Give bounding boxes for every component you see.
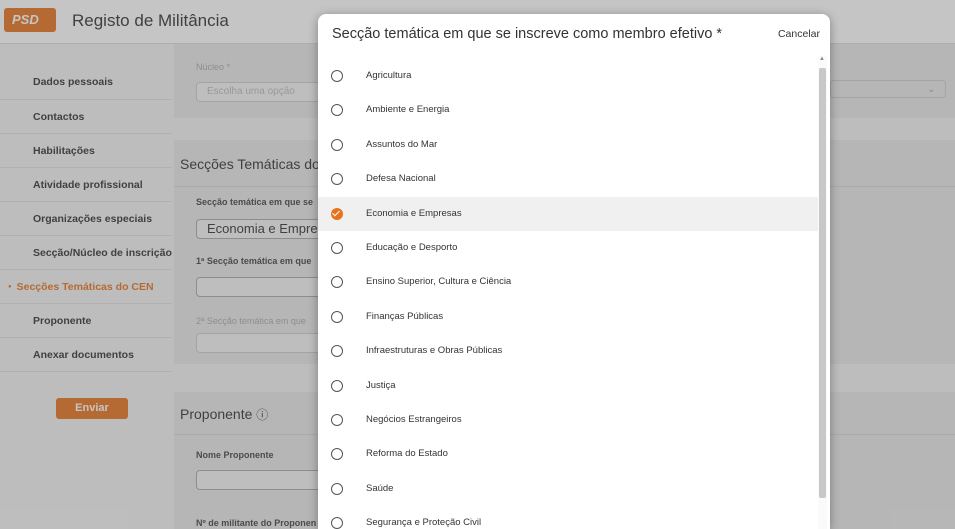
option-financas-publicas[interactable]: Finanças Públicas <box>318 300 818 334</box>
radio-icon[interactable] <box>331 310 343 323</box>
option-economia-empresas[interactable]: Economia e Empresas <box>318 196 818 231</box>
option-reforma-estado[interactable]: Reforma do Estado <box>318 437 818 471</box>
options-list: Agricultura Ambiente e Energia Assuntos … <box>318 59 818 529</box>
radio-icon[interactable] <box>331 345 343 358</box>
modal-title: Secção temática em que se inscreve como … <box>332 26 723 42</box>
radio-icon[interactable] <box>331 173 343 186</box>
radio-icon[interactable] <box>331 413 343 426</box>
option-educacao-desporto[interactable]: Educação e Desporto <box>318 231 818 265</box>
section-picker-modal: Secção temática em que se inscreve como … <box>318 14 830 529</box>
modal-scrollbar[interactable]: ▲ <box>818 56 827 529</box>
option-saude[interactable]: Saúde <box>318 472 818 506</box>
radio-icon[interactable] <box>331 379 343 392</box>
modal-header: Secção temática em que se inscreve como … <box>318 14 830 54</box>
option-infraestruturas[interactable]: Infraestruturas e Obras Públicas <box>318 334 818 368</box>
option-seguranca[interactable]: Segurança e Proteção Civil <box>318 506 818 529</box>
option-agricultura[interactable]: Agricultura <box>318 59 818 93</box>
option-defesa-nacional[interactable]: Defesa Nacional <box>318 162 818 196</box>
radio-icon[interactable] <box>331 138 343 151</box>
option-ensino-superior[interactable]: Ensino Superior, Cultura e Ciência <box>318 265 818 299</box>
option-assuntos-mar[interactable]: Assuntos do Mar <box>318 128 818 162</box>
option-ambiente-energia[interactable]: Ambiente e Energia <box>318 93 818 127</box>
scroll-thumb[interactable] <box>819 68 826 498</box>
radio-icon[interactable] <box>331 104 343 117</box>
radio-icon[interactable] <box>331 448 343 461</box>
radio-icon[interactable] <box>331 482 343 495</box>
cancel-button[interactable]: Cancelar <box>778 28 820 40</box>
radio-icon[interactable] <box>331 70 343 82</box>
radio-icon[interactable] <box>331 517 343 529</box>
scroll-up-icon[interactable]: ▲ <box>819 56 825 62</box>
option-negocios-estrangeiros[interactable]: Negócios Estrangeiros <box>318 403 818 437</box>
option-justica[interactable]: Justiça <box>318 369 818 403</box>
radio-icon[interactable] <box>331 276 343 289</box>
radio-icon[interactable] <box>331 241 343 254</box>
check-circle-icon[interactable] <box>331 207 343 220</box>
